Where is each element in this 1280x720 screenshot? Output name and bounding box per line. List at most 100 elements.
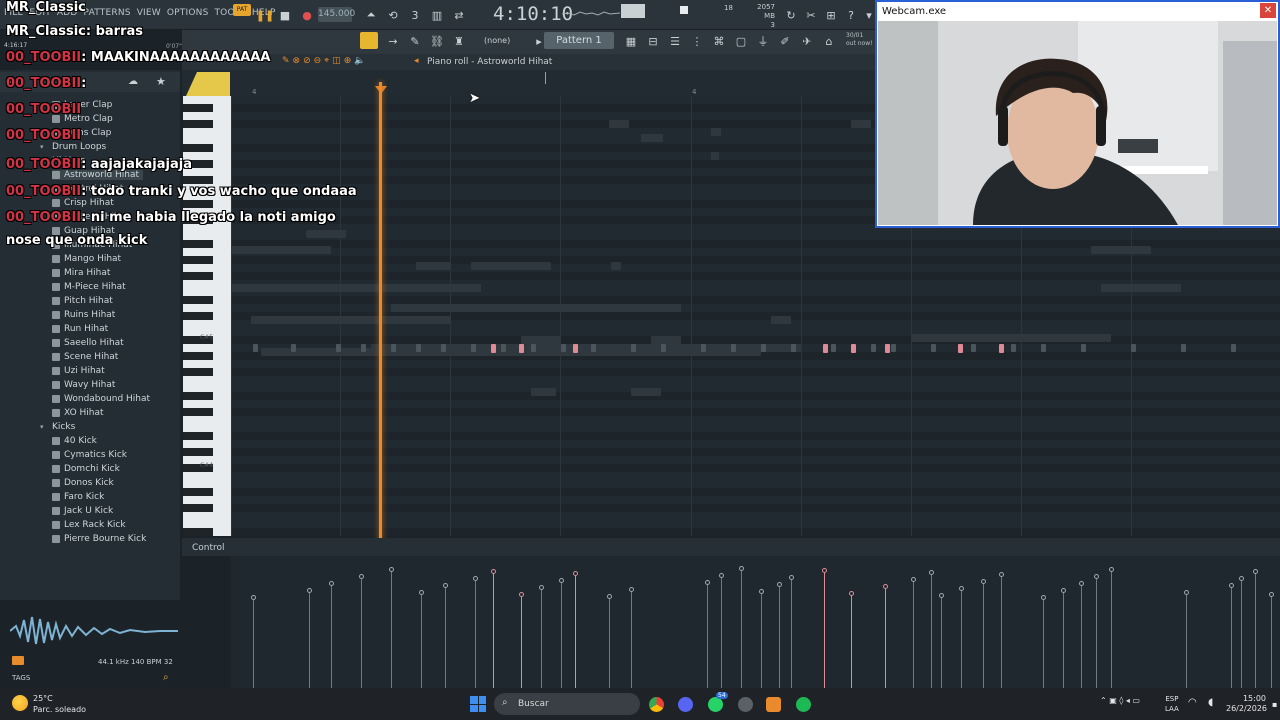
velocity-handle[interactable] [1253,569,1258,574]
velocity-handle[interactable] [822,568,827,573]
note[interactable] [871,344,876,352]
black-key[interactable] [183,120,213,128]
sliders-icon[interactable]: ⋮ [688,32,706,50]
browser-file[interactable]: Jack U Kick [52,506,113,516]
playlist-icon[interactable]: ☰ [666,32,684,50]
velocity-stem[interactable] [609,597,610,688]
velocity-handle[interactable] [607,594,612,599]
next-icon[interactable]: → [384,32,402,50]
velocity-handle[interactable] [1041,595,1046,600]
browser-file[interactable]: Faro Kick [52,492,104,502]
chrome-icon[interactable] [649,697,664,712]
selected-note[interactable] [851,344,856,353]
metronome-icon[interactable]: ⏶ [362,6,380,24]
stop-icon[interactable]: ■ [276,6,294,24]
velocity-handle[interactable] [573,571,578,576]
browser-file[interactable]: Crisp Hihat [52,198,114,208]
black-key[interactable] [183,200,213,208]
weather-icon[interactable] [12,695,28,711]
cart-icon[interactable]: ⌂ [820,32,838,50]
system-clock[interactable]: 15:00 26/2/2026 [1226,694,1267,714]
note[interactable] [701,344,706,352]
velocity-handle[interactable] [473,576,478,581]
velocity-handle[interactable] [491,569,496,574]
note[interactable] [831,344,836,352]
note[interactable] [1131,344,1136,352]
note[interactable] [1041,344,1046,352]
black-key[interactable] [183,176,213,184]
velocity-stem[interactable] [961,589,962,688]
velocity-handle[interactable] [705,580,710,585]
velocity-handle[interactable] [1094,574,1099,579]
play-icon[interactable]: ❚❚ [256,6,274,24]
velocity-stem[interactable] [741,569,742,688]
velocity-stem[interactable] [1043,598,1044,688]
step-edit-icon[interactable]: ▥ [428,6,446,24]
velocity-stem[interactable] [1241,579,1242,688]
velocity-handle[interactable] [999,572,1004,577]
velocity-handle[interactable] [1229,583,1234,588]
note[interactable] [391,344,396,352]
velocity-handle[interactable] [959,586,964,591]
velocity-stem[interactable] [1081,584,1082,688]
preview-play-icon[interactable] [12,656,24,665]
mixer-icon[interactable]: ⊞ [822,6,840,24]
velocity-lane[interactable] [231,556,1280,688]
clipboard-icon[interactable]: ▢ [732,32,750,50]
taskbar-search[interactable] [494,693,640,715]
note[interactable] [361,344,366,352]
note[interactable] [591,344,596,352]
browser-file[interactable]: Cymatics Kick [52,450,127,460]
velocity-stem[interactable] [721,576,722,688]
velocity-stem[interactable] [941,596,942,688]
browser-file[interactable]: Domchi Kick [52,464,120,474]
velocity-stem[interactable] [521,595,522,688]
menu-item[interactable]: PATTERNS [84,8,131,18]
discord-icon[interactable] [678,697,693,712]
velocity-handle[interactable] [939,593,944,598]
velocity-handle[interactable] [719,573,724,578]
velocity-stem[interactable] [1096,577,1097,688]
velocity-stem[interactable] [421,593,422,688]
system-tray[interactable]: ⌃ ▣ ◊ ◂ ▭ [1100,696,1140,705]
black-key[interactable] [183,144,213,152]
browser-file[interactable]: M-Piece Hihat [52,282,126,292]
selected-note[interactable] [823,344,828,353]
velocity-handle[interactable] [443,583,448,588]
black-key[interactable] [183,488,213,496]
piano-roll-menu-icon[interactable]: ◂ [414,56,419,66]
velocity-handle[interactable] [519,592,524,597]
bird-icon[interactable]: ✈ [798,32,816,50]
velocity-stem[interactable] [1271,595,1272,688]
velocity-stem[interactable] [631,590,632,688]
plugin-icon[interactable]: ⌘ [710,32,728,50]
velocity-handle[interactable] [1061,588,1066,593]
browser-file[interactable]: Mango Hihat [52,254,121,264]
browser-file[interactable]: Wondabound Hihat [52,394,150,404]
note[interactable] [441,344,446,352]
brush-icon[interactable]: ✐ [776,32,794,50]
selected-note[interactable] [573,344,578,353]
velocity-stem[interactable] [824,571,825,688]
menu-item[interactable]: VIEW [137,8,161,18]
wifi-icon[interactable]: ◠ [1188,697,1197,708]
piano-roll-toggle-icon[interactable] [360,32,378,49]
snap-selector[interactable]: (none) [484,36,510,45]
velocity-handle[interactable] [359,574,364,579]
selected-note[interactable] [519,344,524,353]
velocity-stem[interactable] [331,584,332,688]
cloud-icon[interactable]: ☁ [128,76,138,87]
browser-file[interactable]: 40 Kick [52,436,97,446]
note[interactable] [1011,344,1016,352]
note[interactable] [631,344,636,352]
help-icon[interactable]: ? [842,6,860,24]
velocity-stem[interactable] [779,585,780,688]
browser-file[interactable]: Mira Hihat [52,268,110,278]
note[interactable] [1081,344,1086,352]
browser-file[interactable]: Run Hihat [52,324,108,334]
velocity-stem[interactable] [983,582,984,688]
velocity-stem[interactable] [791,578,792,688]
countdown-icon[interactable]: 3 [406,6,424,24]
black-key[interactable] [183,272,213,280]
browser-file[interactable]: Uzi Hihat [52,366,105,376]
